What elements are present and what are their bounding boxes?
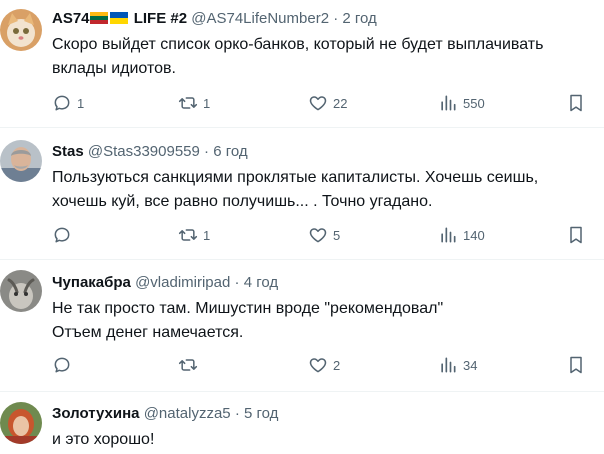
retweet-button[interactable]: 1	[178, 92, 210, 114]
ukraine-flag-icon	[109, 12, 128, 24]
like-count: 2	[333, 357, 341, 373]
man-avatar[interactable]	[0, 140, 42, 182]
like-button[interactable]: 5	[308, 224, 340, 246]
views-button[interactable]: 550	[438, 92, 485, 114]
author-handle[interactable]: @AS74LifeNumber2	[191, 10, 329, 27]
tweet-text: Не так просто там. Мишустин вроде "реком…	[52, 300, 444, 341]
views-count: 550	[463, 95, 485, 111]
tweet[interactable]: Stas @Stas33909559 · 6 год Пользуються с…	[0, 128, 604, 260]
retweet-count: 1	[203, 227, 211, 243]
author-handle[interactable]: @natalyzza5	[144, 405, 231, 422]
heart-icon	[309, 96, 327, 111]
separator-dot: ·	[204, 143, 210, 160]
views-button[interactable]: 34	[438, 354, 477, 376]
retweet-icon	[178, 359, 198, 371]
timestamp[interactable]: 6 год	[213, 143, 247, 160]
lithuania-flag-icon	[89, 12, 108, 24]
tweet-feed: AS74 LIFE #2 @AS74LifeNumber2 · 2 год Ск…	[0, 0, 604, 454]
woman-avatar[interactable]	[0, 402, 42, 444]
timestamp[interactable]: 4 год	[244, 274, 278, 291]
bookmark-button[interactable]	[566, 92, 586, 114]
tweet-actions: 1 1 22 550	[52, 92, 602, 114]
retweet-icon	[178, 97, 198, 109]
retweet-button[interactable]	[178, 354, 198, 376]
bookmark-icon	[570, 356, 582, 374]
heart-icon	[309, 358, 327, 373]
bookmark-button[interactable]	[566, 354, 586, 376]
reply-count: 1	[77, 95, 85, 111]
bookmark-icon	[570, 94, 582, 112]
reply-icon	[54, 357, 70, 373]
reply-button[interactable]	[52, 224, 72, 246]
heart-icon	[309, 228, 327, 243]
separator-dot: ·	[333, 10, 339, 27]
author-name[interactable]: AS74 LIFE #2	[52, 10, 187, 27]
reply-icon	[54, 227, 70, 243]
tweet-text: Скоро выйдет список орко-банков, который…	[52, 36, 544, 77]
tweet[interactable]: AS74 LIFE #2 @AS74LifeNumber2 · 2 год Ск…	[0, 0, 604, 128]
like-button[interactable]: 2	[308, 354, 340, 376]
author-handle[interactable]: @vladimiripad	[135, 274, 230, 291]
separator-dot: ·	[234, 274, 240, 291]
like-count: 5	[333, 227, 341, 243]
separator-dot: ·	[234, 405, 240, 422]
retweet-count: 1	[203, 95, 211, 111]
tweet-text: и это хорошо!	[52, 431, 155, 448]
views-chart-icon	[441, 357, 456, 373]
retweet-button[interactable]: 1	[178, 224, 210, 246]
timestamp[interactable]: 2 год	[342, 10, 376, 27]
author-name[interactable]: Золотухина	[52, 405, 140, 422]
reply-button[interactable]: 1	[52, 92, 84, 114]
timestamp[interactable]: 5 год	[244, 405, 278, 422]
author-handle[interactable]: @Stas33909559	[88, 143, 200, 160]
author-name[interactable]: Чупакабра	[52, 274, 131, 291]
bookmark-icon	[570, 226, 582, 244]
tweet[interactable]: Золотухина @natalyzza5 · 5 год и это хор…	[0, 392, 604, 454]
like-button[interactable]: 22	[308, 92, 347, 114]
cat-avatar[interactable]	[0, 9, 42, 51]
goat-avatar[interactable]	[0, 270, 42, 312]
views-chart-icon	[441, 227, 456, 243]
views-count: 34	[463, 357, 478, 373]
tweet-actions: 2 34	[52, 354, 602, 376]
reply-button[interactable]	[52, 354, 72, 376]
retweet-icon	[178, 229, 198, 241]
views-button[interactable]: 140	[438, 224, 485, 246]
author-name[interactable]: Stas	[52, 143, 84, 160]
like-count: 22	[333, 95, 348, 111]
tweet-actions: 1 5 140	[52, 224, 602, 246]
views-chart-icon	[441, 95, 456, 111]
tweet[interactable]: Чупакабра @vladimiripad · 4 год Не так п…	[0, 260, 604, 392]
reply-icon	[54, 95, 70, 111]
tweet-text: Пользуються санкциями проклятые капитали…	[52, 169, 539, 210]
bookmark-button[interactable]	[566, 224, 586, 246]
views-count: 140	[463, 227, 485, 243]
